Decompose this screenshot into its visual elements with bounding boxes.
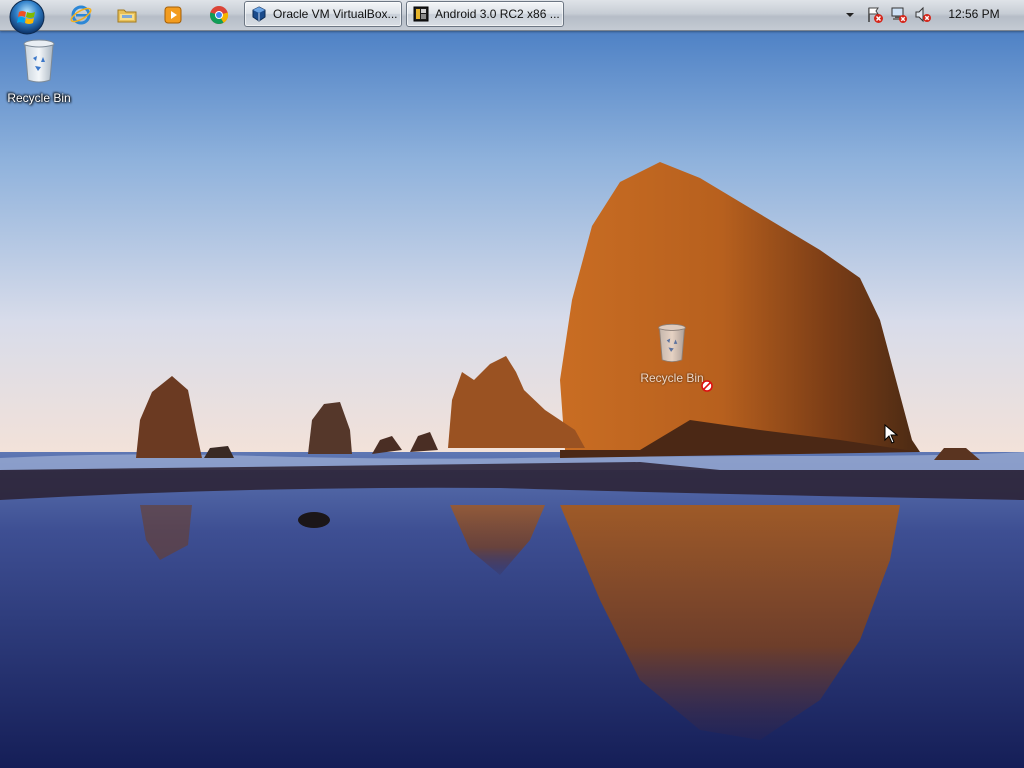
vm-window-icon: [413, 6, 429, 22]
taskbar-item-label: Android 3.0 RC2 x86 ...: [435, 7, 560, 21]
no-drop-icon: [701, 380, 713, 392]
network-error-icon: [891, 7, 907, 23]
desktop-icon-label: Recycle Bin: [7, 91, 71, 105]
show-hidden-icons-button[interactable]: [842, 6, 858, 24]
tray-action-center[interactable]: [866, 6, 884, 24]
desktop-icon-recycle-bin[interactable]: Recycle Bin: [3, 38, 75, 105]
tray-network[interactable]: [890, 6, 908, 24]
start-button[interactable]: [8, 0, 46, 38]
tray-volume[interactable]: [914, 6, 932, 24]
tray-clock[interactable]: 12:56 PM: [936, 7, 1012, 21]
virtualbox-icon: [252, 6, 266, 22]
taskbar-item-android-vm[interactable]: Android 3.0 RC2 x86 ...: [406, 1, 564, 27]
taskbar-item-virtualbox[interactable]: Oracle VM VirtualBox...: [244, 1, 402, 27]
folder-icon: [117, 9, 137, 23]
volume-muted-icon: [915, 6, 931, 23]
ie-icon: [70, 5, 92, 25]
pinned-windows-explorer[interactable]: [116, 4, 138, 26]
chevron-down-icon: [846, 13, 854, 17]
pinned-chrome[interactable]: [208, 4, 230, 26]
pinned-media-player[interactable]: [162, 4, 184, 26]
windows-orb-icon: [9, 0, 45, 35]
media-player-icon: [164, 6, 182, 24]
action-center-alert-icon: [868, 7, 883, 23]
desktop[interactable]: Oracle VM VirtualBox... Android 3.0 RC2 …: [0, 0, 1024, 768]
chrome-icon: [209, 6, 229, 25]
taskbar-item-label: Oracle VM VirtualBox...: [273, 7, 398, 21]
recycle-bin-icon: [23, 39, 55, 83]
wallpaper: [0, 0, 1024, 768]
taskbar: Oracle VM VirtualBox... Android 3.0 RC2 …: [0, 0, 1024, 35]
pinned-internet-explorer[interactable]: [70, 4, 92, 26]
